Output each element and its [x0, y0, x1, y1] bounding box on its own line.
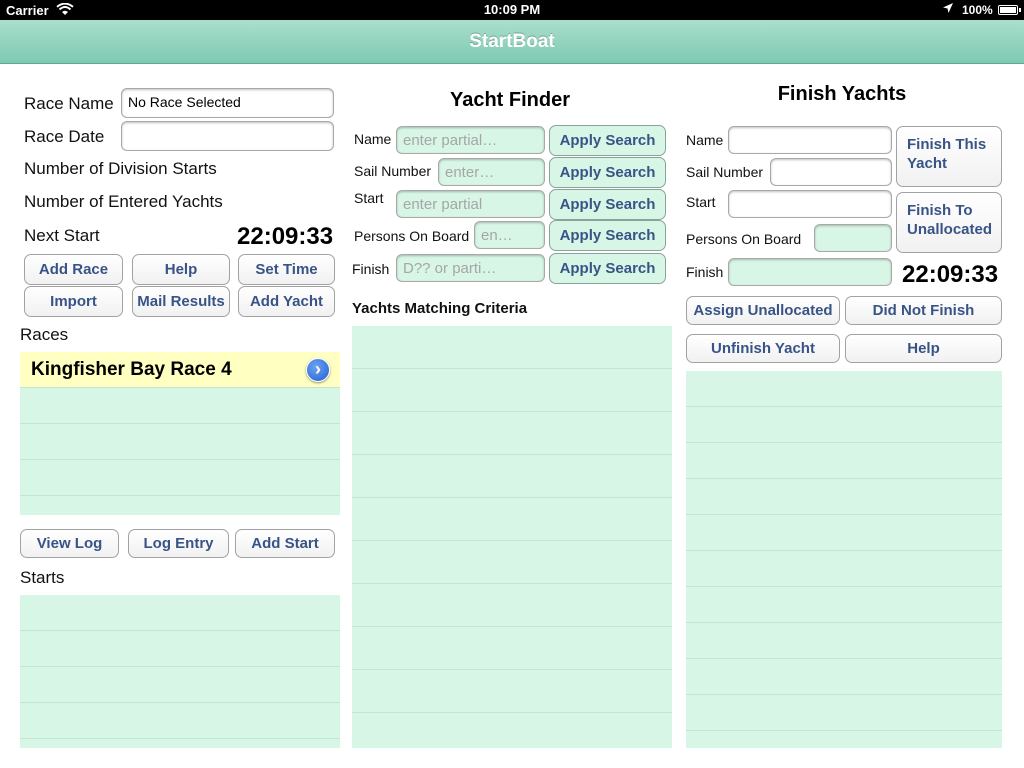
race-row-selected[interactable]: Kingfisher Bay Race 4 ›: [20, 352, 340, 388]
list-row-empty: [686, 407, 1002, 443]
finish-finish-field[interactable]: [728, 258, 892, 286]
list-row-empty: [20, 496, 340, 515]
add-yacht-button[interactable]: Add Yacht: [238, 286, 335, 317]
finish-start-label: Start: [686, 194, 716, 210]
finder-finish-field[interactable]: D?? or parti…: [396, 254, 545, 282]
finish-pob-label: Persons On Board: [686, 231, 802, 247]
list-row-empty: [686, 695, 1002, 731]
battery-icon: [998, 5, 1021, 15]
list-row-empty: [352, 455, 672, 498]
matching-yachts-list: [352, 326, 672, 748]
assign-unallocated-button[interactable]: Assign Unallocated: [686, 296, 840, 325]
finish-finish-label: Finish: [686, 264, 724, 280]
finish-sail-field[interactable]: [770, 158, 892, 186]
list-row-empty: [686, 479, 1002, 515]
race-date-label: Race Date: [24, 127, 105, 146]
list-row-empty: [20, 667, 340, 703]
add-race-button[interactable]: Add Race: [24, 254, 123, 285]
list-row-empty: [352, 326, 672, 369]
race-name-field[interactable]: No Race Selected: [121, 88, 334, 118]
list-row-empty: [20, 424, 340, 460]
results-label: Yachts Matching Criteria: [352, 300, 528, 317]
finder-name-field[interactable]: enter partial…: [396, 126, 545, 154]
list-row-empty: [352, 713, 672, 748]
list-row-empty: [352, 541, 672, 584]
app-title: StartBoat: [469, 31, 555, 52]
finished-yachts-list: [686, 371, 1002, 748]
list-row-empty: [686, 551, 1002, 587]
race-row-label: Kingfisher Bay Race 4: [31, 359, 232, 380]
did-not-finish-button[interactable]: Did Not Finish: [845, 296, 1002, 325]
finder-start-label: Start: [354, 190, 384, 206]
list-row-empty: [352, 670, 672, 713]
list-row-empty: [352, 369, 672, 412]
mail-results-button[interactable]: Mail Results: [132, 286, 230, 317]
finish-name-label: Name: [686, 132, 724, 148]
help-button[interactable]: Help: [132, 254, 230, 285]
finder-finish-label: Finish: [352, 261, 390, 277]
next-start-label: Next Start: [24, 226, 100, 245]
add-start-button[interactable]: Add Start: [235, 529, 335, 558]
apply-search-finish-button[interactable]: Apply Search: [549, 253, 666, 284]
apply-search-pob-button[interactable]: Apply Search: [549, 220, 666, 251]
list-row-empty: [686, 515, 1002, 551]
apply-search-name-button[interactable]: Apply Search: [549, 125, 666, 156]
finish-name-field[interactable]: [728, 126, 892, 154]
list-row-empty: [20, 388, 340, 424]
finder-sail-field[interactable]: enter…: [438, 158, 545, 186]
unfinish-yacht-button[interactable]: Unfinish Yacht: [686, 334, 840, 363]
list-row-empty: [686, 623, 1002, 659]
list-row-empty: [20, 739, 340, 748]
list-row-empty: [686, 587, 1002, 623]
starts-list: [20, 595, 340, 748]
yacht-finder-title: Yacht Finder: [449, 89, 571, 111]
finder-pob-label: Persons On Board: [354, 228, 470, 244]
apply-search-sail-button[interactable]: Apply Search: [549, 157, 666, 188]
finish-help-button[interactable]: Help: [845, 334, 1002, 363]
list-row-empty: [20, 595, 340, 631]
finish-sail-label: Sail Number: [686, 164, 764, 180]
finish-start-field[interactable]: [728, 190, 892, 218]
division-starts-label: Number of Division Starts: [24, 159, 217, 178]
list-row-empty: [20, 631, 340, 667]
finder-sail-label: Sail Number: [354, 163, 432, 179]
finish-time: 22:09:33: [902, 261, 999, 288]
finish-to-unallocated-button[interactable]: Finish To Unallocated: [896, 192, 1002, 253]
finish-pob-field[interactable]: [814, 224, 892, 252]
races-list: Kingfisher Bay Race 4 ›: [20, 352, 340, 515]
list-row-empty: [352, 412, 672, 455]
location-arrow-icon: [942, 2, 954, 17]
race-date-field[interactable]: [121, 121, 334, 151]
finder-start-field[interactable]: enter partial: [396, 190, 545, 218]
finish-yachts-title: Finish Yachts: [777, 83, 907, 105]
list-row-empty: [686, 443, 1002, 479]
disclosure-arrow-icon[interactable]: ›: [306, 358, 330, 382]
nav-bar: StartBoat: [0, 20, 1024, 64]
list-row-empty: [686, 659, 1002, 695]
list-row-empty: [686, 731, 1002, 748]
starts-label: Starts: [20, 568, 65, 587]
list-row-empty: [686, 371, 1002, 407]
status-time: 10:09 PM: [483, 2, 541, 17]
battery-percent: 100%: [962, 3, 993, 17]
finder-name-label: Name: [354, 131, 392, 147]
races-label: Races: [20, 325, 69, 344]
view-log-button[interactable]: View Log: [20, 529, 119, 558]
list-row-empty: [20, 460, 340, 496]
next-start-time: 22:09:33: [237, 223, 334, 250]
race-name-label: Race Name: [24, 94, 114, 113]
list-row-empty: [352, 627, 672, 670]
finder-pob-field[interactable]: en…: [474, 221, 545, 249]
set-time-button[interactable]: Set Time: [238, 254, 335, 285]
list-row-empty: [352, 584, 672, 627]
status-bar: Carrier 10:09 PM 100%: [0, 0, 1024, 20]
finish-this-yacht-button[interactable]: Finish This Yacht: [896, 126, 1002, 187]
apply-search-start-button[interactable]: Apply Search: [549, 189, 666, 220]
list-row-empty: [20, 703, 340, 739]
entered-yachts-label: Number of Entered Yachts: [24, 192, 223, 211]
list-row-empty: [352, 498, 672, 541]
log-entry-button[interactable]: Log Entry: [128, 529, 229, 558]
import-button[interactable]: Import: [24, 286, 123, 317]
